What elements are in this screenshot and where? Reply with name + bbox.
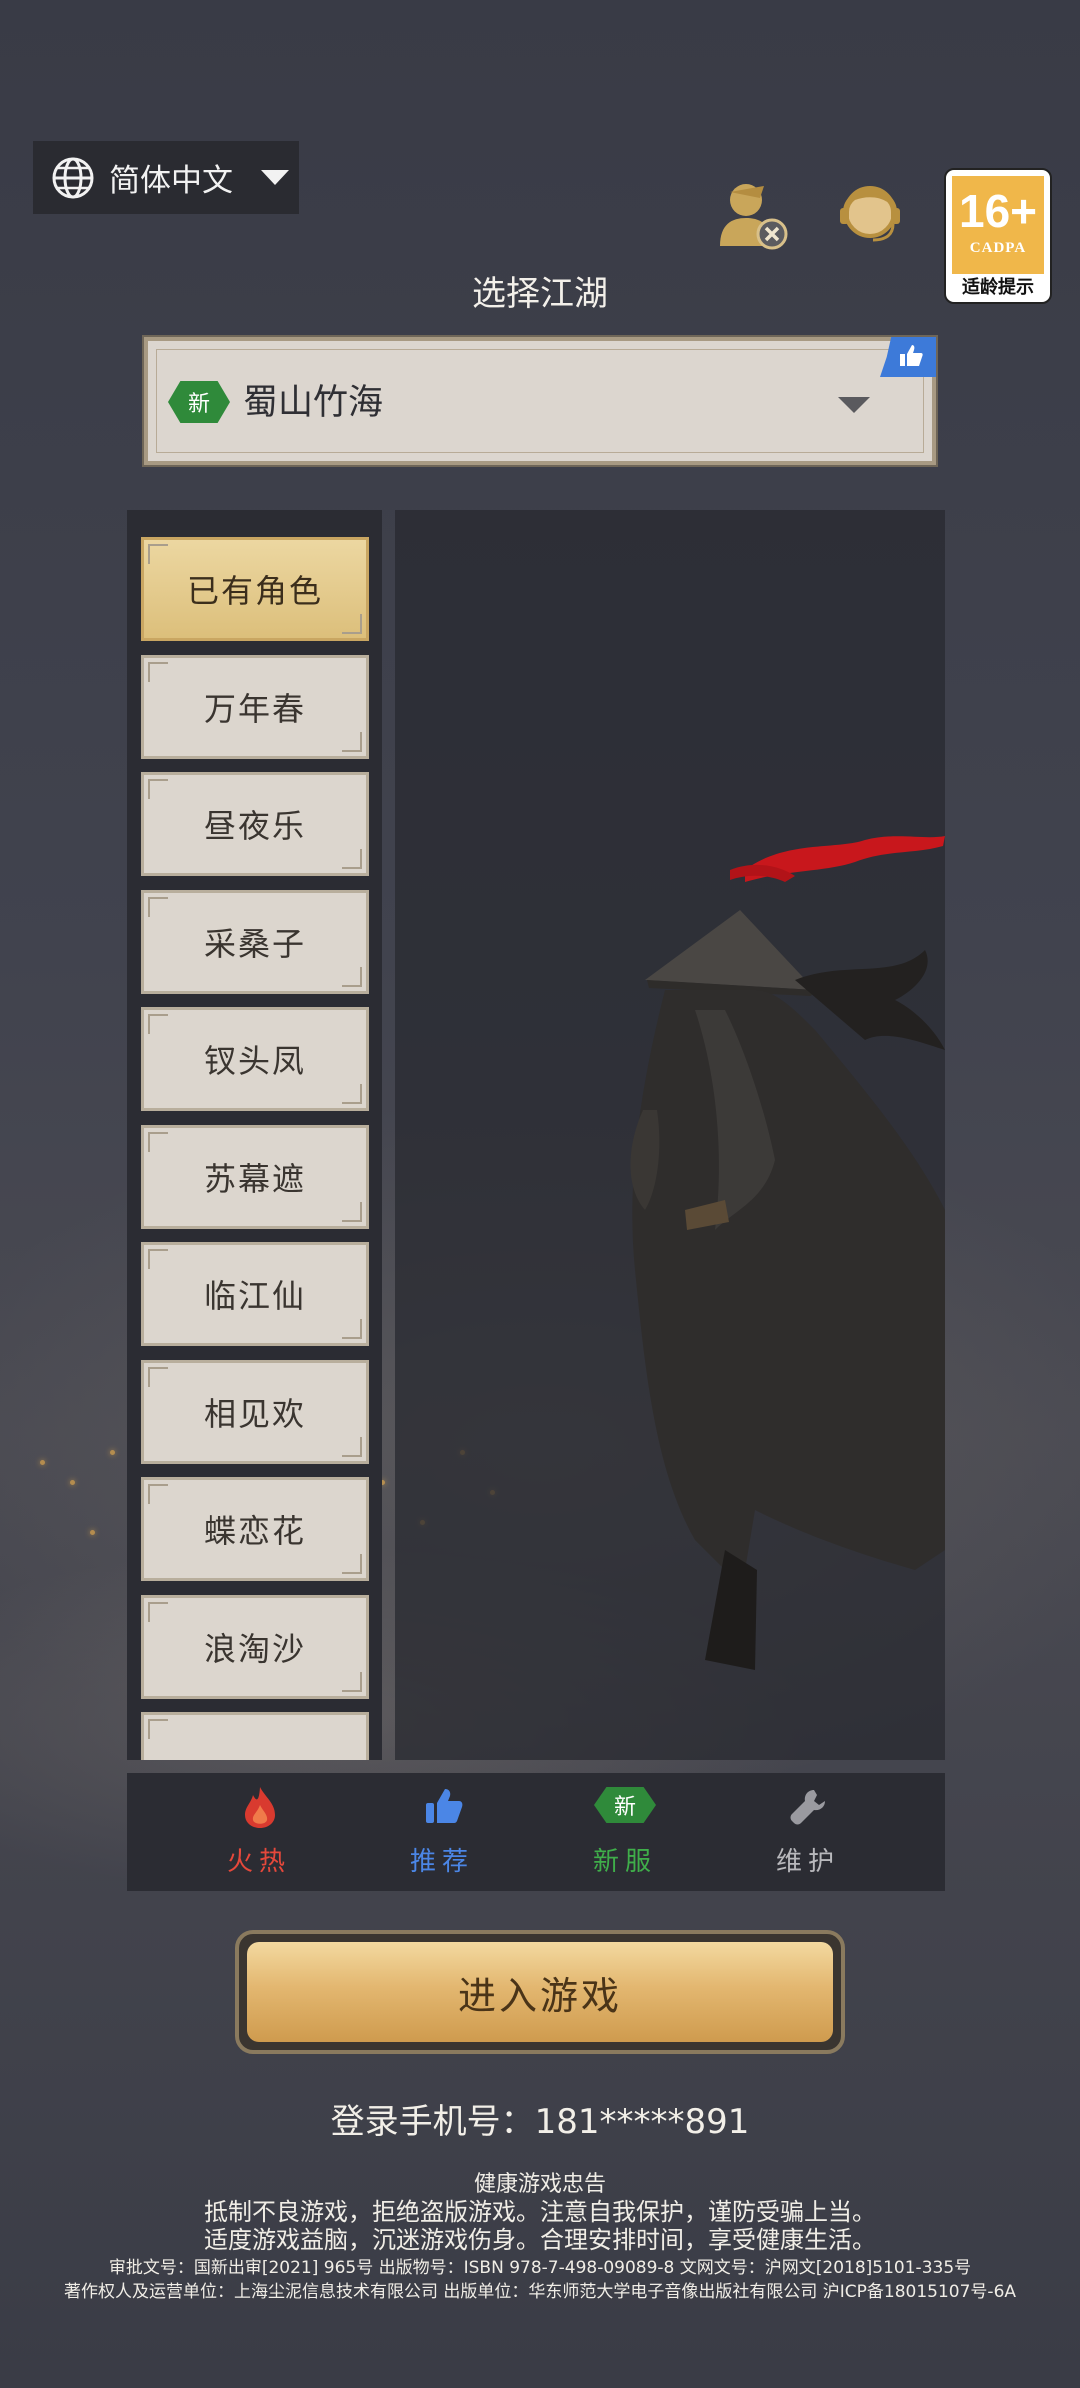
legend-recommended-label: 推荐 bbox=[409, 1847, 474, 1877]
legend-maintenance-label: 维护 bbox=[775, 1847, 840, 1877]
switch-account-button[interactable] bbox=[712, 172, 794, 254]
chevron-down-icon bbox=[261, 170, 289, 185]
swordsman-illustration bbox=[630, 836, 945, 1670]
notice-line: 适度游戏益脑，沉迷游戏伤身。合理安排时间，享受健康生活。 bbox=[204, 2226, 876, 2254]
fire-icon bbox=[245, 1787, 275, 1828]
health-notice: 健康游戏忠告 抵制不良游戏，拒绝盗版游戏。注意自我保护，谨防受骗上当。 适度游戏… bbox=[0, 2172, 1080, 2304]
server-group-item[interactable]: 钗头凤 bbox=[141, 1007, 369, 1111]
enter-game-label: 进入游戏 bbox=[247, 1942, 833, 2042]
server-dropdown[interactable]: 新 蜀山竹海 bbox=[142, 335, 938, 467]
user-remove-icon bbox=[720, 184, 788, 250]
legend-new: 新 新服 bbox=[535, 1773, 715, 1891]
server-group-item-partial[interactable] bbox=[141, 1712, 369, 1760]
legend-new-label: 新服 bbox=[592, 1847, 657, 1877]
notice-line: 抵制不良游戏，拒绝盗版游戏。注意自我保护，谨防受骗上当。 bbox=[204, 2198, 876, 2226]
age-rating-org: CADPA bbox=[969, 240, 1027, 256]
legend-maintenance: 维护 bbox=[718, 1773, 898, 1891]
globe-icon bbox=[52, 157, 94, 198]
page-title: 选择江湖 bbox=[472, 274, 608, 314]
login-phone: 登录手机号：181*****891 bbox=[330, 2102, 750, 2142]
legend-recommended: 推荐 bbox=[352, 1773, 532, 1891]
new-badge-icon: 新 bbox=[168, 381, 230, 423]
license-info: 审批文号：国新出审[2021] 965号 出版物号：ISBN 978-7-498… bbox=[108, 2258, 972, 2278]
age-rating-value: 16+ bbox=[958, 185, 1038, 237]
server-group-item[interactable]: 已有角色 bbox=[141, 537, 369, 641]
new-badge-icon: 新 bbox=[594, 1787, 656, 1823]
wrench-icon bbox=[790, 1790, 825, 1825]
thumbs-up-icon bbox=[426, 1789, 463, 1823]
server-group-item[interactable]: 苏幕遮 bbox=[141, 1125, 369, 1229]
legend-hot-label: 火热 bbox=[226, 1847, 291, 1877]
customer-service-icon bbox=[840, 186, 900, 242]
server-group-item[interactable]: 浪淘沙 bbox=[141, 1595, 369, 1699]
server-group-item[interactable]: 蝶恋花 bbox=[141, 1477, 369, 1581]
server-group-item[interactable]: 相见欢 bbox=[141, 1360, 369, 1464]
server-group-item[interactable]: 万年春 bbox=[141, 655, 369, 759]
language-selector[interactable]: 简体中文 bbox=[33, 141, 299, 214]
server-group-item[interactable]: 采桑子 bbox=[141, 890, 369, 994]
selected-server-name: 蜀山竹海 bbox=[243, 383, 384, 423]
customer-service-button[interactable] bbox=[835, 176, 905, 252]
thumbs-up-icon bbox=[900, 345, 923, 366]
chevron-down-icon bbox=[838, 397, 870, 413]
server-status-legend: 火热 推荐 新 新服 维护 bbox=[127, 1773, 945, 1891]
enter-game-button[interactable]: 进入游戏 bbox=[235, 1930, 845, 2054]
legend-hot: 火热 bbox=[169, 1773, 349, 1891]
server-group-item[interactable]: 昼夜乐 bbox=[141, 772, 369, 876]
notice-title: 健康游戏忠告 bbox=[473, 2172, 606, 2197]
server-group-item[interactable]: 临江仙 bbox=[141, 1242, 369, 1346]
copyright-info: 著作权人及运营单位：上海尘泥信息技术有限公司 出版单位：华东师范大学电子音像出版… bbox=[63, 2282, 1017, 2302]
language-label: 简体中文 bbox=[109, 163, 233, 199]
server-group-list[interactable]: 已有角色 万年春 昼夜乐 采桑子 钗头凤 苏幕遮 临江仙 相见欢 蝶恋花 浪淘沙 bbox=[127, 510, 382, 1760]
server-list-panel[interactable] bbox=[395, 510, 945, 1760]
